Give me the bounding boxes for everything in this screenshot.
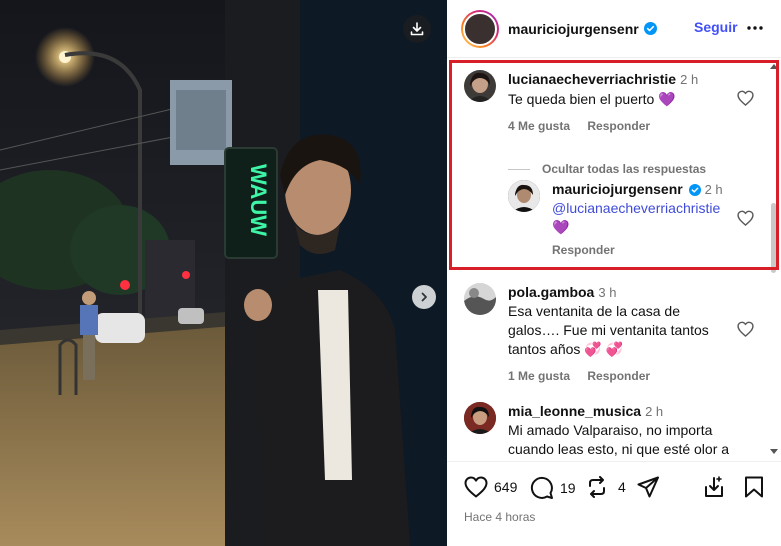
comment-time: 3 h (598, 285, 617, 300)
chevron-right-icon (421, 292, 427, 302)
comments-list: lucianaecheverriachristie 2 h Te queda bi… (447, 58, 781, 461)
scrollbar-thumb[interactable] (771, 203, 776, 273)
scroll-up-arrow[interactable] (770, 64, 778, 69)
post-photo: WAUW (0, 0, 447, 546)
reply-time: 2 h (704, 182, 723, 197)
reply-username[interactable]: mauriciojurgensenr (552, 181, 683, 197)
follow-button[interactable]: Seguir (694, 19, 738, 35)
post-actions: 649 19 4 Hace 4 horas (447, 461, 781, 546)
avatar[interactable] (508, 180, 540, 212)
repost-button[interactable]: 4 (586, 476, 626, 498)
more-icon[interactable] (745, 18, 765, 38)
heart-icon[interactable] (737, 321, 754, 337)
neon-sign-text: WAUW (246, 164, 271, 236)
reply-button[interactable]: Responder (587, 119, 650, 133)
comment-text: Mi amado Valparaiso, no importa cuando l… (508, 422, 730, 457)
download-icon (410, 22, 424, 36)
heart-icon (464, 476, 488, 498)
bookmark-button[interactable] (744, 476, 764, 498)
comment-username[interactable]: mia_leonne_musica (508, 403, 641, 419)
reply-text: 💜 (552, 219, 570, 235)
next-image-button[interactable] (412, 285, 436, 309)
comment-body: mia_leonne_musica 2 h Mi amado Valparaiso… (508, 402, 738, 459)
post-sidebar: mauriciojurgensenr Seguir lucianaechever… (447, 0, 781, 546)
save-icon (705, 476, 723, 497)
download-button[interactable] (403, 15, 431, 43)
author-avatar[interactable] (461, 9, 499, 48)
comment-likes[interactable]: 1 Me gusta (508, 369, 570, 383)
repost-icon (589, 476, 605, 498)
comment-text: Te queda bien el puerto 💜 (508, 91, 676, 107)
verified-icon (688, 184, 701, 196)
reply-button[interactable]: Responder (587, 369, 650, 383)
bookmark-icon (745, 476, 763, 498)
heart-icon[interactable] (737, 90, 754, 106)
reply-button[interactable]: Responder (552, 243, 615, 257)
avatar[interactable] (464, 402, 496, 434)
comment-time: 2 h (645, 404, 664, 419)
post-header: mauriciojurgensenr Seguir (447, 0, 781, 58)
like-button[interactable]: 649 (464, 476, 517, 498)
reply-body: mauriciojurgensenr 2 h @lucianaecheverri… (552, 180, 727, 260)
street-scene-image: WAUW (0, 0, 447, 546)
mention-link[interactable]: @lucianaecheverriachristie (552, 199, 727, 218)
comment-count: 19 (560, 480, 576, 496)
heart-icon[interactable] (737, 210, 754, 226)
author-username[interactable]: mauriciojurgensenr (508, 21, 639, 37)
avatar[interactable] (464, 70, 496, 102)
scroll-down-arrow[interactable] (770, 449, 778, 454)
hide-replies-label: Ocultar todas las respuestas (542, 162, 707, 176)
comment-body: lucianaecheverriachristie 2 h Te queda bi… (508, 70, 738, 136)
repost-count: 4 (618, 479, 626, 495)
verified-icon (643, 22, 657, 35)
hide-replies-button[interactable]: Ocultar todas las respuestas (508, 162, 706, 176)
comment-text: Esa ventanita de la casa de galos…. Fue … (508, 303, 709, 357)
comment-username[interactable]: lucianaecheverriachristie (508, 71, 676, 87)
avatar[interactable] (464, 283, 496, 315)
comment-likes[interactable]: 4 Me gusta (508, 119, 570, 133)
comment-time: 2 h (680, 72, 699, 87)
comment-button[interactable]: 19 (530, 476, 576, 500)
share-icon (637, 476, 659, 498)
post-timestamp: Hace 4 horas (464, 510, 536, 524)
comment-username[interactable]: pola.gamboa (508, 284, 594, 300)
share-button[interactable] (637, 476, 659, 498)
comment-icon (530, 476, 553, 499)
like-count: 649 (494, 479, 518, 495)
comment-body: pola.gamboa 3 h Esa ventanita de la casa … (508, 283, 738, 386)
save-to-collection-button[interactable] (703, 476, 725, 498)
